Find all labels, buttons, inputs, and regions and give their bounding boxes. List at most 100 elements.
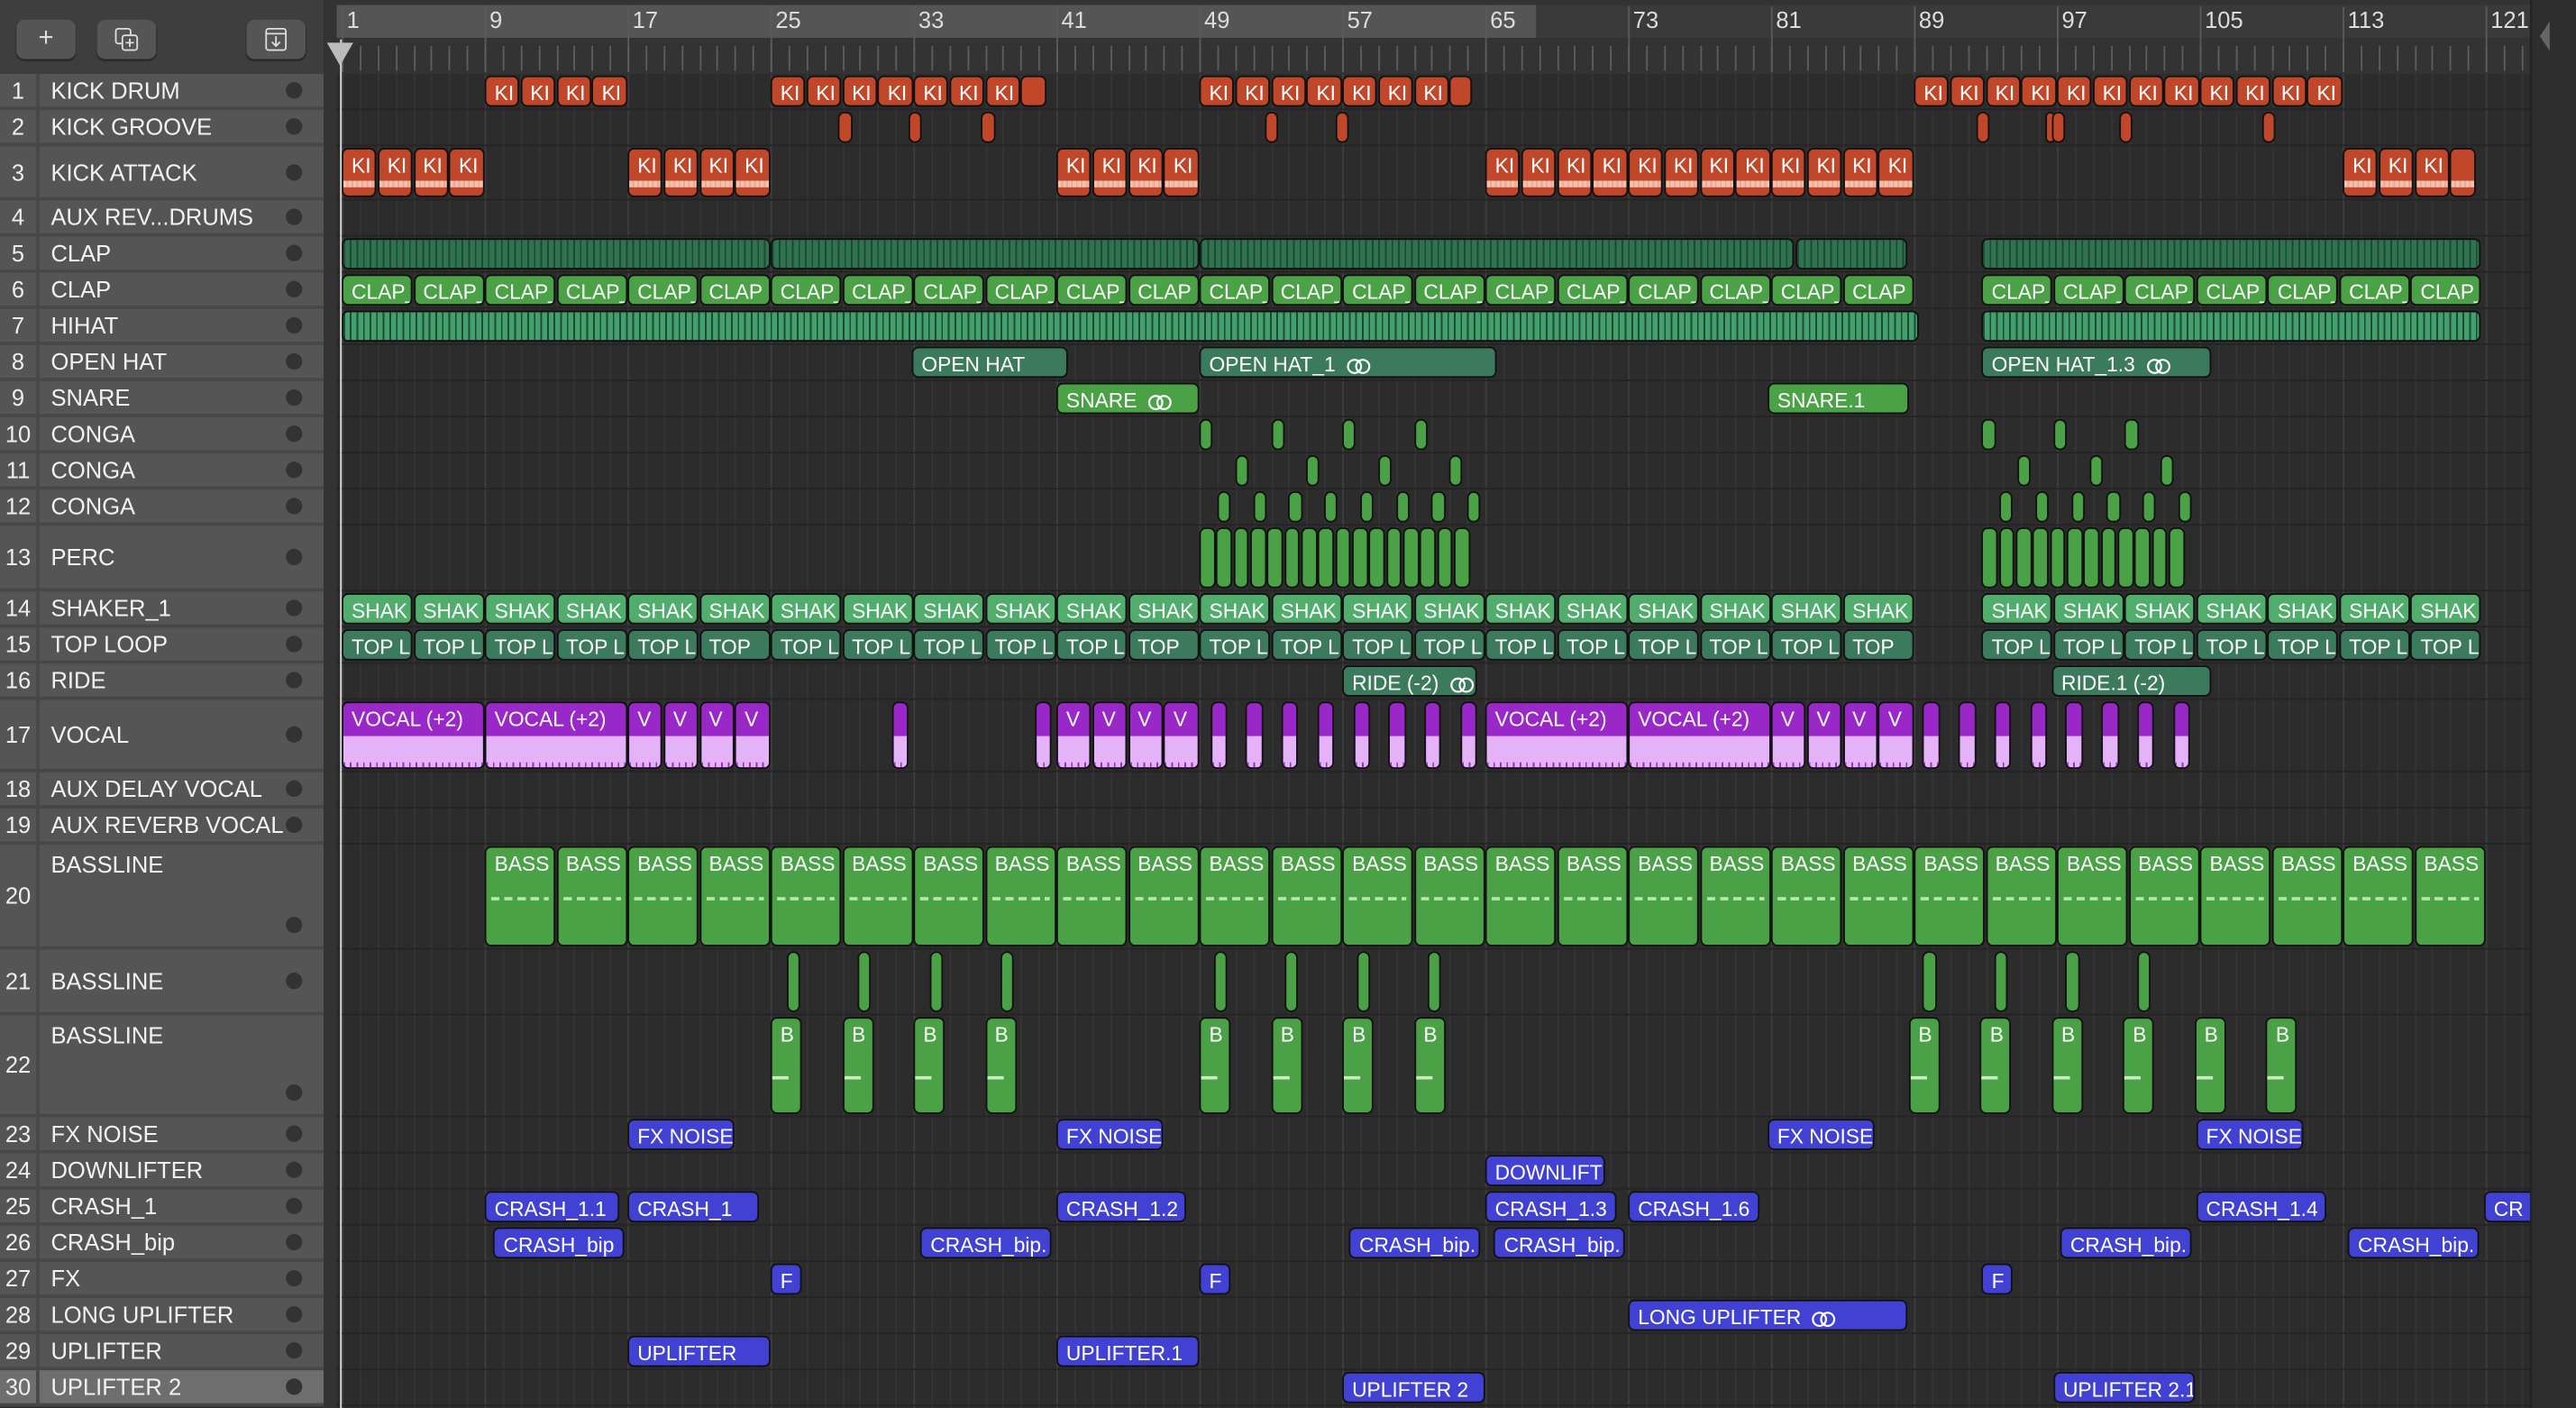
region[interactable]: BASS (1557, 846, 1628, 946)
region[interactable]: KI (1806, 148, 1842, 197)
region[interactable]: KI (1055, 148, 1092, 197)
region[interactable]: BASS (627, 846, 699, 946)
track-header[interactable]: 3 KICK ATTACK (0, 146, 324, 201)
region[interactable]: RIDE.1 (-2) (2051, 665, 2212, 697)
region[interactable]: BASS (1628, 846, 1699, 946)
region[interactable]: SHAK (2196, 592, 2267, 625)
track-header[interactable]: 2 KICK GROOVE (0, 110, 324, 147)
region[interactable]: KI (1950, 75, 1985, 107)
region[interactable]: CLAP_ (484, 274, 556, 306)
track-activity-dot[interactable] (286, 973, 303, 990)
region[interactable]: OPEN HAT_1 (1199, 346, 1497, 379)
region[interactable]: B (2123, 1017, 2155, 1114)
region[interactable]: KI (1592, 148, 1628, 197)
region[interactable]: CLAP (699, 274, 770, 306)
track-header[interactable]: 26 CRASH_bip (0, 1225, 324, 1262)
region[interactable]: CRASH_bip. (920, 1227, 1053, 1259)
region[interactable]: TOP L (842, 629, 913, 661)
region[interactable]: KI (342, 148, 377, 197)
track-name[interactable]: DOWNLIFTER (51, 1157, 204, 1183)
region[interactable]: CRASH_1 (627, 1191, 760, 1223)
region[interactable]: KI (1484, 148, 1521, 197)
region[interactable]: VOCAL (+2) (484, 701, 627, 770)
region[interactable]: SHAK (1981, 592, 2053, 625)
region[interactable]: CLAP_ (1981, 274, 2053, 306)
region[interactable]: V (699, 701, 735, 770)
region[interactable]: KI (2057, 75, 2092, 107)
region[interactable]: KI (1521, 148, 1557, 197)
region[interactable] (2261, 111, 2276, 143)
track-activity-dot[interactable] (286, 1161, 303, 1178)
region[interactable] (1035, 701, 1053, 770)
region[interactable] (1216, 527, 1233, 589)
region[interactable]: BASS (2343, 846, 2414, 946)
track-header[interactable]: 27 FX (0, 1261, 324, 1298)
region[interactable]: OPEN HAT (911, 346, 1068, 379)
region[interactable]: KI (1163, 148, 1199, 197)
region[interactable]: CRASH_bip. (2060, 1227, 2192, 1259)
region[interactable]: CLAP_ (2124, 274, 2196, 306)
region[interactable] (1359, 490, 1374, 523)
region[interactable]: TOP L (1484, 629, 1557, 661)
region[interactable]: BASS (1342, 846, 1413, 946)
region[interactable] (1210, 701, 1228, 770)
region[interactable] (342, 238, 770, 270)
region[interactable]: V (1092, 701, 1128, 770)
region[interactable] (1000, 951, 1015, 1012)
region[interactable]: KI (2235, 75, 2270, 107)
region[interactable] (2051, 111, 2065, 143)
region[interactable] (2015, 527, 2032, 589)
region[interactable]: CLAP_ (842, 274, 913, 306)
region[interactable]: VOCAL (+2) (1628, 701, 1770, 770)
track-name[interactable]: KICK ATTACK (51, 159, 197, 185)
region[interactable]: SHAK (984, 592, 1056, 625)
track-activity-dot[interactable] (286, 1083, 303, 1102)
region[interactable]: CLAP_ (1342, 274, 1413, 306)
region[interactable]: KI (2128, 75, 2164, 107)
region[interactable]: TOP (1842, 629, 1914, 661)
region[interactable] (1999, 490, 2014, 523)
region[interactable] (2030, 701, 2048, 770)
track-header[interactable]: 1 KICK DRUM (0, 74, 324, 111)
track-name[interactable]: CONGA (51, 421, 136, 447)
track-name[interactable]: AUX REV...DRUMS (51, 204, 254, 230)
region[interactable] (1199, 418, 1213, 451)
track-activity-dot[interactable] (286, 1269, 303, 1287)
region[interactable]: SHAK (1699, 592, 1770, 625)
track-header[interactable]: 29 UPLIFTER (0, 1334, 324, 1371)
track-name[interactable]: BASSLINE (51, 851, 164, 877)
region[interactable] (1385, 527, 1402, 589)
track-activity-dot[interactable] (286, 917, 303, 934)
region[interactable] (1377, 454, 1392, 487)
region[interactable]: KI (2163, 75, 2199, 107)
region[interactable]: V (627, 701, 663, 770)
region[interactable]: CLAP_ (627, 274, 699, 306)
track-activity-dot[interactable] (286, 1233, 303, 1251)
region[interactable]: CLAP_ (770, 274, 842, 306)
region[interactable] (1395, 490, 1410, 523)
track-activity-dot[interactable] (286, 1306, 303, 1323)
track-header[interactable]: 12 CONGA (0, 489, 324, 526)
region[interactable]: KI (413, 148, 449, 197)
region[interactable] (1459, 701, 1477, 770)
track-activity-dot[interactable] (286, 208, 303, 225)
region[interactable] (1420, 527, 1437, 589)
region[interactable]: BASS (699, 846, 770, 946)
region[interactable]: SHAK (1055, 592, 1128, 625)
region[interactable] (1352, 527, 1368, 589)
region[interactable] (1923, 951, 1937, 1012)
region[interactable]: SHAK (1842, 592, 1914, 625)
region[interactable]: BASS (1055, 846, 1128, 946)
track-name[interactable]: PERC (51, 544, 115, 570)
region[interactable] (1959, 701, 1976, 770)
region[interactable]: SHAK (2267, 592, 2339, 625)
region[interactable]: CLAP_ (1770, 274, 1842, 306)
region[interactable]: KI (1699, 148, 1735, 197)
region[interactable]: B (984, 1017, 1017, 1114)
region[interactable]: TOP L (984, 629, 1056, 661)
region[interactable] (1981, 310, 2481, 343)
region[interactable]: KI (1628, 148, 1664, 197)
region[interactable]: BASS (1270, 846, 1342, 946)
region[interactable] (1368, 527, 1385, 589)
region[interactable] (2070, 490, 2085, 523)
